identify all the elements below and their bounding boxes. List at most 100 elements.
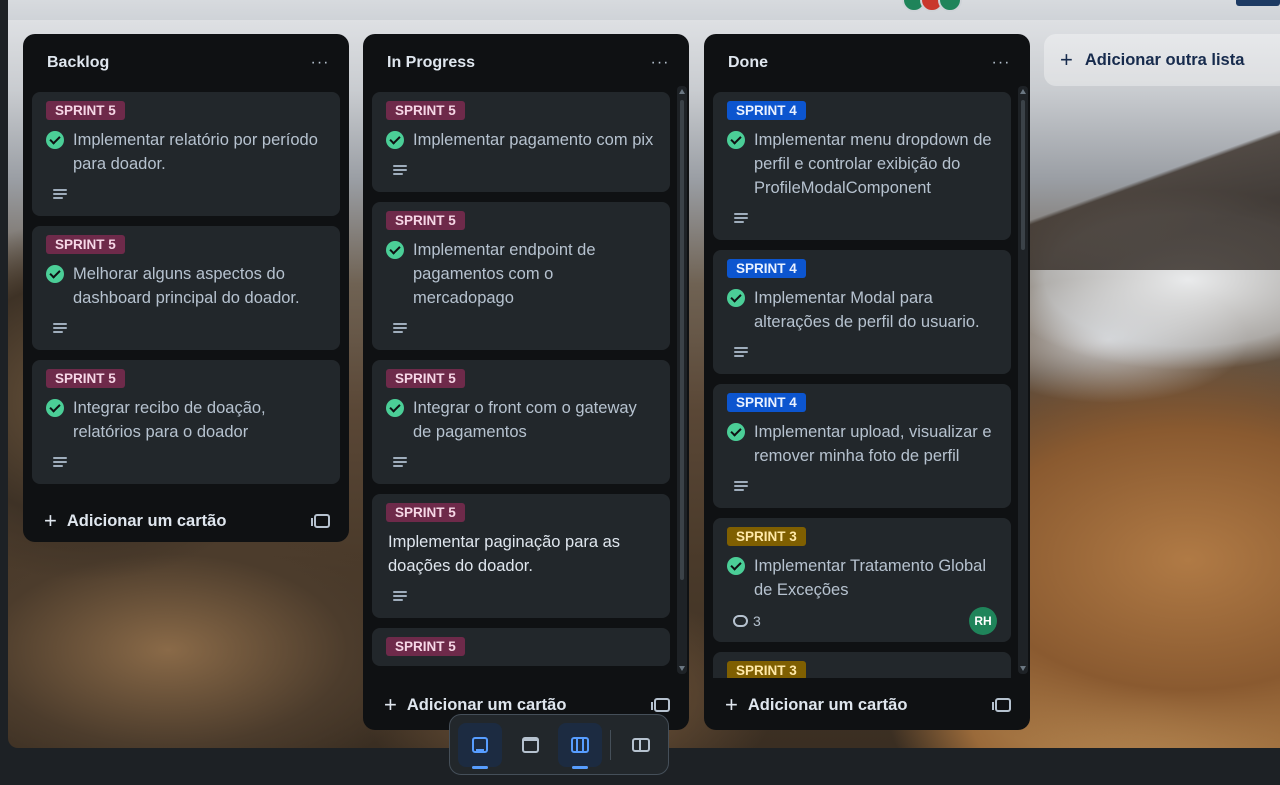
add-list-label: Adicionar outra lista [1084, 50, 1245, 69]
card-container: SPRINT 5 Implementar pagamento com pix S… [372, 92, 680, 678]
card[interactable]: SPRINT 5 Integrar o front com o gateway … [372, 360, 670, 484]
complete-check-icon[interactable] [727, 423, 745, 441]
card-title: Implementar Modal para alterações de per… [754, 289, 980, 331]
card-template-icon[interactable] [992, 698, 1011, 712]
card[interactable]: SPRINT 5 Implementar paginação para as d… [372, 494, 670, 618]
card[interactable]: SPRINT 4 Implementar Modal para alteraçõ… [713, 250, 1011, 374]
complete-check-icon[interactable] [46, 399, 64, 417]
add-card-label: Adicionar um cartão [747, 695, 908, 714]
list-menu-icon[interactable]: ··· [308, 54, 332, 72]
sprint-label: SPRINT 3 [727, 527, 806, 546]
card[interactable]: SPRINT 5 Implementar endpoint de pagamen… [372, 202, 670, 350]
list-title[interactable]: Done [728, 54, 768, 72]
card-title: Integrar o front com o gateway de pagame… [413, 399, 637, 441]
share-button[interactable] [1236, 0, 1280, 6]
description-icon [53, 189, 67, 201]
card-container: SPRINT 5 Implementar relatório por perío… [32, 92, 340, 494]
description-icon [734, 481, 748, 493]
card-template-icon[interactable] [651, 698, 670, 712]
complete-check-icon[interactable] [727, 289, 745, 307]
inbox-icon [472, 736, 488, 753]
add-card-button[interactable]: + Adicionar um cartão [32, 494, 340, 548]
description-icon [734, 213, 748, 225]
sprint-label: SPRINT 4 [727, 393, 806, 412]
card-title: Implementar menu dropdown de perfil e co… [754, 131, 992, 197]
card-title: Implementar pagamento com pix [413, 131, 654, 149]
member-avatars[interactable] [902, 0, 962, 12]
list-done: Done ··· SPRINT 4 Implementar menu dropd… [704, 34, 1030, 730]
description-icon [393, 591, 407, 603]
sprint-label: SPRINT 4 [727, 101, 806, 120]
sprint-label: SPRINT 5 [386, 369, 465, 388]
sprint-label: SPRINT 5 [46, 235, 125, 254]
comment-icon [733, 615, 748, 627]
description-icon [393, 165, 407, 177]
list-backlog: Backlog ··· SPRINT 5 Implementar relatór… [23, 34, 349, 542]
plus-icon: + [1060, 47, 1073, 72]
complete-check-icon[interactable] [46, 265, 64, 283]
plus-icon: + [725, 692, 738, 717]
sprint-label: SPRINT 5 [46, 369, 125, 388]
sprint-label: SPRINT 5 [386, 101, 465, 120]
card-title: Implementar paginação para as doações do… [388, 533, 621, 575]
add-list-button[interactable]: + Adicionar outra lista [1044, 34, 1280, 86]
add-card-label: Adicionar um cartão [406, 695, 567, 714]
sprint-label: SPRINT 5 [386, 211, 465, 230]
plus-icon: + [44, 508, 57, 533]
card[interactable]: SPRINT 5 Melhorar alguns aspectos do das… [32, 226, 340, 350]
complete-check-icon[interactable] [386, 241, 404, 259]
list-menu-icon[interactable]: ··· [648, 54, 672, 72]
sprint-label: SPRINT 5 [386, 637, 465, 656]
list-scrollbar[interactable] [677, 86, 687, 674]
description-icon [53, 457, 67, 469]
card-template-icon[interactable] [311, 514, 330, 528]
card-title: Implementar endpoint de pagamentos com o… [413, 241, 596, 307]
list-menu-icon[interactable]: ··· [989, 54, 1013, 72]
switch-boards-button[interactable] [619, 723, 663, 767]
inbox-button[interactable] [458, 722, 502, 769]
board-icon [571, 736, 589, 753]
complete-check-icon[interactable] [727, 131, 745, 149]
switch-boards-icon [632, 737, 650, 752]
complete-check-icon[interactable] [727, 557, 745, 575]
list-header: Done ··· [713, 34, 1021, 92]
planner-button[interactable] [508, 723, 552, 767]
description-icon [393, 323, 407, 335]
divider [610, 729, 611, 760]
card[interactable]: SPRINT 5 Implementar pagamento com pix [372, 92, 670, 192]
description-icon [53, 323, 67, 335]
plus-icon: + [384, 692, 397, 717]
list-title[interactable]: Backlog [47, 54, 109, 72]
list-header: In Progress ··· [372, 34, 680, 92]
card[interactable]: SPRINT 5 Integrar recibo de doação, rela… [32, 360, 340, 484]
card[interactable]: SPRINT 4 Implementar menu dropdown de pe… [713, 92, 1011, 240]
card-title: Implementar upload, visualizar e remover… [754, 423, 992, 465]
complete-check-icon[interactable] [386, 399, 404, 417]
board-header [8, 0, 1280, 20]
description-icon [393, 457, 407, 469]
card[interactable]: SPRINT 4 Implementar upload, visualizar … [713, 384, 1011, 508]
board-button[interactable] [558, 722, 602, 769]
sprint-label: SPRINT 5 [46, 101, 125, 120]
card-title: Implementar Tratamento Global de Exceçõe… [754, 557, 987, 599]
view-switcher [449, 714, 669, 775]
card[interactable]: SPRINT 3 Implementar Tratamento Global d… [713, 518, 1011, 642]
card[interactable]: SPRINT 3 [713, 652, 1011, 678]
list-header: Backlog ··· [32, 34, 340, 92]
complete-check-icon[interactable] [386, 131, 404, 149]
comment-count: 3 [733, 613, 761, 629]
add-card-button[interactable]: + Adicionar um cartão [713, 678, 1021, 732]
card[interactable]: SPRINT 5 Implementar relatório por perío… [32, 92, 340, 216]
complete-check-icon[interactable] [46, 131, 64, 149]
card-title: Implementar relatório por período para d… [73, 131, 318, 173]
add-card-label: Adicionar um cartão [66, 511, 227, 530]
list-scrollbar[interactable] [1018, 86, 1028, 674]
card-title: Integrar recibo de doação, relatórios pa… [73, 399, 266, 441]
card-container: SPRINT 4 Implementar menu dropdown de pe… [713, 92, 1021, 678]
card[interactable]: SPRINT 5 [372, 628, 670, 666]
list-title[interactable]: In Progress [387, 54, 475, 72]
member-avatar[interactable]: RH [969, 607, 997, 635]
list-in-progress: In Progress ··· SPRINT 5 Implementar pag… [363, 34, 689, 730]
sprint-label: SPRINT 4 [727, 259, 806, 278]
description-icon [734, 347, 748, 359]
